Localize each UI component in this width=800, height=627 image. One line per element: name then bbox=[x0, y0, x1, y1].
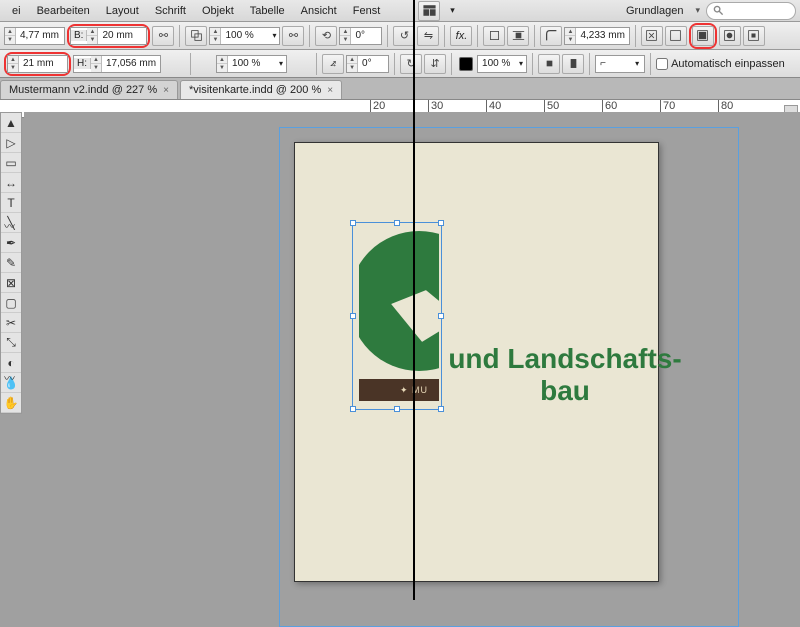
rotate-cw-button[interactable]: ↻ bbox=[400, 54, 422, 74]
gap-tool[interactable]: ↔ bbox=[1, 173, 21, 193]
rectangle-tool[interactable]: ▢ bbox=[1, 293, 21, 313]
menu-table[interactable]: Tabelle bbox=[242, 5, 293, 17]
opacity-field[interactable]: 100 %▾ bbox=[477, 55, 527, 73]
tab-mustermann[interactable]: Mustermann v2.indd @ 227 %× bbox=[0, 80, 178, 99]
selection-tool[interactable]: ▲ bbox=[1, 113, 21, 133]
wrap-jump-button[interactable] bbox=[538, 54, 560, 74]
annotation-mark: 〰 bbox=[4, 218, 15, 234]
direct-selection-tool[interactable]: ▷ bbox=[1, 133, 21, 153]
center-content-button[interactable] bbox=[743, 26, 765, 46]
document-canvas[interactable]: ✦ MU und Landschafts-bau bbox=[24, 112, 800, 600]
constrain-wh-icon[interactable]: ⚯ bbox=[152, 26, 174, 46]
page: ✦ MU und Landschafts-bau bbox=[294, 142, 659, 582]
rotate-field[interactable]: ▲▼0° bbox=[339, 27, 382, 45]
selection-frame[interactable] bbox=[352, 222, 442, 410]
search-icon bbox=[713, 5, 724, 16]
flip-h-button[interactable]: ⇋ bbox=[417, 26, 439, 46]
width-field[interactable]: B:▲▼20 mm bbox=[70, 27, 147, 45]
control-bar-row1: ▲▼4,77 mm B:▲▼20 mm ⚯ ▲▼100 %▾ ⚯ ⟲ ▲▼0° … bbox=[0, 22, 800, 50]
corner-icon bbox=[540, 26, 562, 46]
control-bar-row2: ▲▼21 mm H:▲▼17,056 mm ▲▼100 %▾ ⦨ ▲▼0° ↻ … bbox=[0, 50, 800, 78]
scale-icon bbox=[185, 26, 207, 46]
fill-swatch[interactable] bbox=[459, 57, 473, 71]
x-field[interactable]: ▲▼4,77 mm bbox=[4, 27, 65, 45]
scale-x-field[interactable]: ▲▼100 %▾ bbox=[209, 27, 280, 45]
menu-window[interactable]: Fenst bbox=[345, 5, 389, 17]
menu-layout[interactable]: Layout bbox=[98, 5, 147, 17]
flip-v-button[interactable]: ⇵ bbox=[424, 54, 446, 74]
scissors-tool[interactable]: ✂ bbox=[1, 313, 21, 333]
constrain-scale-icon[interactable]: ⚯ bbox=[282, 26, 304, 46]
free-transform-tool[interactable]: ⤡ bbox=[1, 333, 21, 353]
fill-frame-prop-button[interactable] bbox=[692, 26, 714, 46]
corner-style-dropdown[interactable]: ⌐▾ bbox=[595, 55, 645, 73]
menu-file[interactable]: ei bbox=[4, 5, 29, 17]
tools-panel: ▲ ▷ ▭ ↔ T ╲ ✒ ✎ ⊠ ▢ ✂ ⤡ ◐ 💧 ✋ bbox=[0, 112, 22, 414]
wrap-around-button[interactable] bbox=[507, 26, 529, 46]
pencil-tool[interactable]: ✎ bbox=[1, 253, 21, 273]
rotate-icon: ⟲ bbox=[315, 26, 337, 46]
page-tool[interactable]: ▭ bbox=[1, 153, 21, 173]
wrap-none-button[interactable] bbox=[483, 26, 505, 46]
y-field[interactable]: ▲▼21 mm bbox=[7, 55, 68, 73]
view-mode-button[interactable] bbox=[418, 1, 440, 21]
shear-field[interactable]: ▲▼0° bbox=[346, 55, 389, 73]
close-icon[interactable]: × bbox=[163, 85, 169, 96]
annotation-mark: 〰 bbox=[4, 370, 15, 386]
fit-content-prop-button[interactable] bbox=[719, 26, 741, 46]
shear-icon: ⦨ bbox=[322, 54, 344, 74]
close-icon[interactable]: × bbox=[327, 85, 333, 96]
height-field[interactable]: H:▲▼17,056 mm bbox=[73, 55, 161, 73]
menu-type[interactable]: Schrift bbox=[147, 5, 194, 17]
split-divider bbox=[413, 0, 415, 600]
menu-view[interactable]: Ansicht bbox=[293, 5, 345, 17]
menu-object[interactable]: Objekt bbox=[194, 5, 242, 17]
rectangle-frame-tool[interactable]: ⊠ bbox=[1, 273, 21, 293]
fit-content-button[interactable] bbox=[641, 26, 663, 46]
corner-radius-field[interactable]: ▲▼4,233 mm bbox=[564, 27, 629, 45]
autofit-checkbox[interactable]: Automatisch einpassen bbox=[656, 58, 785, 70]
headline-text[interactable]: und Landschafts-bau bbox=[435, 343, 695, 407]
hand-tool[interactable]: ✋ bbox=[1, 393, 21, 413]
pen-tool[interactable]: ✒ bbox=[1, 233, 21, 253]
effects-button[interactable]: fx. bbox=[450, 26, 472, 46]
type-tool[interactable]: T bbox=[1, 193, 21, 213]
menu-bar: ei Bearbeiten Layout Schrift Objekt Tabe… bbox=[0, 0, 800, 22]
document-tabs: Mustermann v2.indd @ 227 %× *visitenkart… bbox=[0, 78, 800, 100]
fit-frame-button[interactable] bbox=[665, 26, 687, 46]
tab-visitenkarte[interactable]: *visitenkarte.indd @ 200 %× bbox=[180, 80, 342, 99]
workspace-dropdown[interactable]: Grundlagen bbox=[612, 5, 706, 17]
search-input[interactable] bbox=[706, 2, 796, 20]
wrap-skip-button[interactable] bbox=[562, 54, 584, 74]
menu-edit[interactable]: Bearbeiten bbox=[29, 5, 98, 17]
scale-y-field[interactable]: ▲▼100 %▾ bbox=[216, 55, 287, 73]
